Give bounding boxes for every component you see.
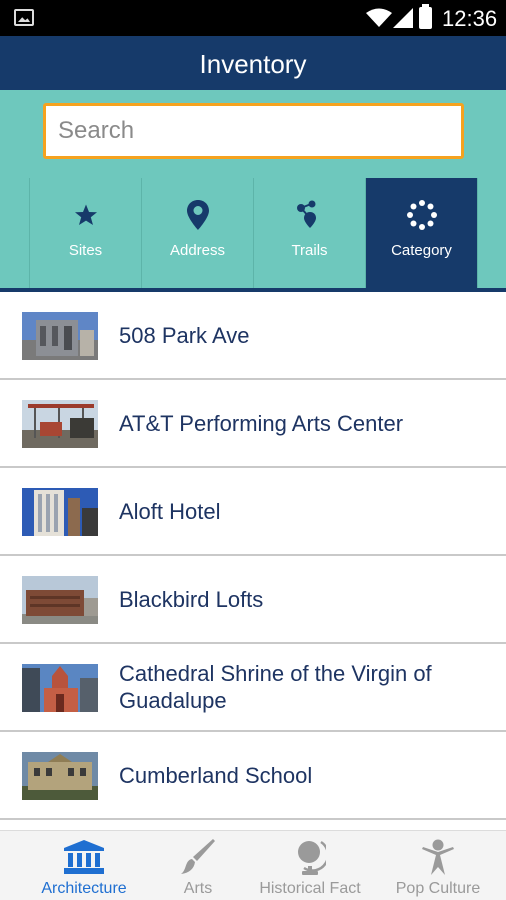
globe-icon (250, 837, 370, 877)
list-item-label: Cathedral Shrine of the Virgin of Guadal… (119, 661, 432, 713)
app-bar: Inventory (0, 36, 506, 90)
list-item[interactable]: Aloft Hotel (0, 468, 506, 556)
battery-icon (419, 4, 432, 29)
nav-architecture[interactable]: Architecture (22, 831, 146, 900)
list-item[interactable]: 508 Park Ave (0, 292, 506, 380)
page-title: Inventory (199, 49, 307, 79)
tab-trails[interactable]: Trails (254, 178, 366, 288)
wifi-icon (366, 8, 392, 27)
star-icon (30, 200, 141, 230)
tab-trails-label: Trails (291, 242, 328, 259)
inventory-list[interactable]: 508 Park Ave AT&T Performing Arts Center… (0, 292, 506, 830)
list-item[interactable]: Cumberland School (0, 732, 506, 820)
filter-tabs-edge (0, 178, 30, 288)
list-item[interactable]: Cathedral Shrine of the Virgin of Guadal… (0, 644, 506, 732)
bottom-nav: Architecture Arts Historical Fact Pop Cu… (0, 830, 506, 900)
nav-arts[interactable]: Arts (150, 831, 246, 900)
nav-architecture-label: Architecture (41, 880, 127, 897)
nav-pop-culture-label: Pop Culture (395, 880, 481, 897)
gallery-notification-icon (14, 9, 34, 26)
search-area (0, 90, 506, 178)
columns-building-icon (22, 837, 146, 877)
nav-historical-fact-label: Historical Fact (259, 880, 361, 897)
list-item-label: 508 Park Ave (119, 322, 250, 348)
tab-sites[interactable]: Sites (30, 178, 142, 288)
nav-historical-fact[interactable]: Historical Fact (250, 831, 370, 900)
status-bar: 12:36 (0, 0, 506, 36)
nav-pop-culture[interactable]: Pop Culture (374, 831, 502, 900)
list-item-label: Cumberland School (119, 762, 313, 788)
brick-lofts-photo (22, 576, 98, 624)
search-box[interactable] (43, 103, 464, 159)
cathedral-photo (22, 664, 98, 712)
tab-sites-label: Sites (68, 242, 103, 259)
paintbrush-icon (150, 837, 246, 877)
list-item[interactable]: AT&T Performing Arts Center (0, 380, 506, 468)
signal-icon (393, 8, 413, 28)
list-item-label: Aloft Hotel (119, 498, 221, 524)
arts-center-photo (22, 400, 98, 448)
trails-icon (254, 200, 365, 230)
list-item-label: AT&T Performing Arts Center (119, 410, 404, 436)
filter-tabs: Sites Address Trails Category (0, 178, 506, 288)
tab-address[interactable]: Address (142, 178, 254, 288)
tab-category-label: Category (391, 242, 452, 259)
school-photo (22, 752, 98, 800)
list-item[interactable]: Blackbird Lofts (0, 556, 506, 644)
category-dots-icon (366, 200, 477, 230)
tab-address-label: Address (169, 242, 226, 259)
map-pin-icon (142, 200, 253, 230)
nav-arts-label: Arts (183, 880, 213, 897)
status-time: 12:36 (442, 6, 498, 31)
search-input[interactable] (46, 106, 461, 156)
hotel-tower-photo (22, 488, 98, 536)
building-modern-photo (22, 312, 98, 360)
list-item-label: Blackbird Lofts (119, 586, 264, 612)
tab-category[interactable]: Category (366, 178, 478, 288)
person-star-icon (374, 837, 502, 877)
